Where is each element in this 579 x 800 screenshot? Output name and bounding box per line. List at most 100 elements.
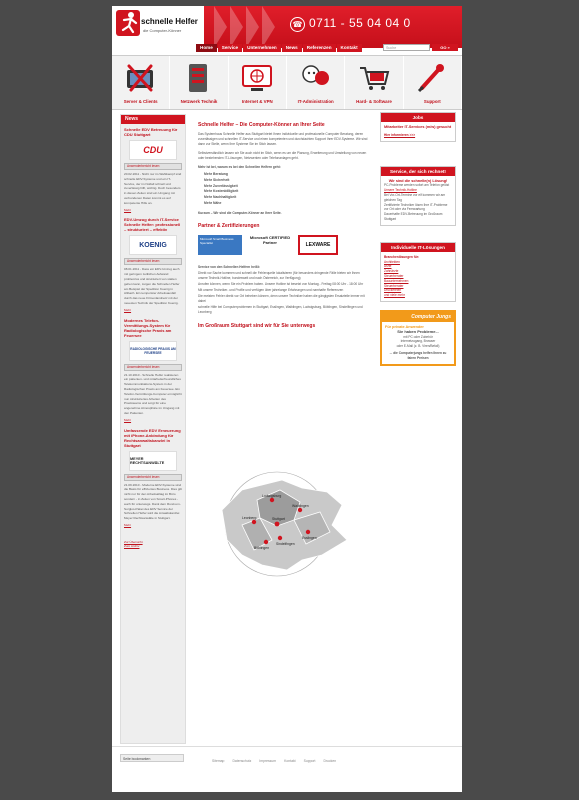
- chevron-decoration: [246, 6, 259, 48]
- computer-jungs-logo[interactable]: Computer Jungs: [382, 311, 454, 322]
- jobs-box: Jobs Mitarbeiter IT-Services (m/w) gesuc…: [380, 112, 456, 142]
- read-report-button[interactable]: Anwenderbericht lesen: [124, 163, 182, 170]
- service-item: Mit unsere Techniker- und Profile und ve…: [198, 287, 344, 292]
- jobs-link[interactable]: Hier informieren >>>: [384, 133, 452, 138]
- more-link[interactable]: Mehr: [124, 418, 182, 423]
- ms-sbs-logo: Microsoft Small Business Specialist: [198, 234, 242, 255]
- category-support[interactable]: Support: [404, 56, 462, 109]
- map-label: Leonberg: [242, 516, 256, 520]
- category-bar: Server & Clients Netzwerk Technik Intern…: [112, 55, 462, 110]
- nav-kontakt[interactable]: Kontakt: [336, 44, 362, 52]
- service-point: Dauerhafte EDV-Betreuung im Großraum Stu…: [384, 212, 443, 221]
- read-report-button[interactable]: Anwenderbericht lesen: [124, 363, 182, 371]
- footer-link-impressum[interactable]: Impressum: [259, 759, 276, 763]
- map-heading: Im Großraum Stuttgart sind wir für Sie u…: [198, 322, 316, 329]
- region-map: Ludwigsburg Waiblingen Stuttgart Essling…: [202, 470, 372, 580]
- map-label: Stuttgart: [272, 517, 285, 521]
- map-label: Esslingen: [302, 536, 317, 540]
- category-it-administration[interactable]: IT-Administration: [287, 56, 346, 109]
- category-netzwerk[interactable]: Netzwerk Technik: [170, 56, 229, 109]
- news-item: Schnelle EDV Betreuung für CDU Stuttgart…: [124, 127, 182, 213]
- nav-unternehmen[interactable]: Unternehmen: [243, 44, 281, 52]
- intro-text: Das Systemhaus Schnelle Helfer aus Stutt…: [198, 132, 368, 146]
- nav-referenzen[interactable]: Referenzen: [302, 44, 336, 52]
- main-content: Schnelle Helfer – Die Computer-Könner an…: [198, 122, 368, 329]
- service-item: schnelle Hilfe bei Computerproblemen in …: [198, 304, 363, 314]
- solutions-box: Individuelle IT-Lösungen Branchenlösunge…: [380, 241, 456, 302]
- main-nav: Home Service Unternehmen News Referenzen…: [196, 44, 362, 52]
- read-report-button[interactable]: Anwenderbericht lesen: [124, 473, 182, 481]
- archive-link[interactable]: Zum Archiv: [124, 544, 182, 549]
- jobs-heading: Jobs: [381, 113, 455, 122]
- nav-home[interactable]: Home: [196, 44, 217, 52]
- lexware-logo: LEXWARE: [298, 234, 338, 255]
- admin-icon: [301, 65, 329, 85]
- map-label: Waiblingen: [292, 504, 309, 508]
- more-link[interactable]: Mehr: [124, 523, 182, 528]
- phone-icon: ☎: [290, 17, 305, 32]
- benefit-list: Mehr Beratung Mehr Sicherheit Mehr Zuver…: [198, 172, 368, 207]
- claim-text: Kurzum – Wir sind die Computer-Könner an…: [198, 210, 282, 215]
- footer-links: Sitemap Datenschutz Impressum Kontakt Su…: [212, 759, 336, 763]
- service-box-heading: Service, der sich rechnet!: [381, 166, 455, 176]
- service-item: Die meisten Fehler direkt vor Ort behebe…: [198, 293, 365, 303]
- logo[interactable]: schnelle Helfer die Computer-Könner: [112, 6, 204, 48]
- radiologie-logo: RADIOLOGISCHE PRAXIS AM FEUERSEE: [129, 340, 177, 361]
- map-label: Ludwigsburg: [262, 494, 281, 498]
- cart-icon: [359, 67, 390, 90]
- logo-name: schnelle Helfer: [141, 17, 198, 26]
- category-internet-vpn[interactable]: Internet & VPN: [229, 56, 287, 109]
- logo-subtitle: die Computer-Könner: [143, 28, 182, 33]
- footer-link-datenschutz[interactable]: Datenschutz: [232, 759, 251, 763]
- news-item: EDV-Umzug durch IT-Service Schnelle Helf…: [124, 217, 182, 313]
- koenig-logo: KOENIG: [129, 235, 177, 256]
- running-man-icon: [116, 10, 140, 36]
- partner-logos: Microsoft Small Business Specialist Micr…: [198, 234, 368, 255]
- intro-text-2: Selbstverständlich lassen wir Sie auch n…: [198, 151, 367, 160]
- support-icon: [418, 64, 445, 93]
- bookmark-button[interactable]: Seite bookmarken: [120, 754, 184, 762]
- network-icon: [188, 64, 207, 92]
- solutions-heading: Individuelle IT-Lösungen: [381, 242, 455, 252]
- service-point: Bei Vor-Ort-Termine vor elf kommen wir a…: [384, 192, 446, 202]
- category-server-clients[interactable]: Server & Clients: [112, 56, 171, 109]
- lead-text: Mehr ist bei, warum es bei den Schnellen…: [198, 165, 281, 169]
- map-label: Sindelfingen: [276, 542, 295, 546]
- private-box: Computer Jungs Für private Anwender Sie …: [380, 309, 456, 366]
- chevron-decoration: [262, 6, 275, 48]
- news-heading: News: [121, 115, 185, 124]
- map-label: Böblingen: [254, 546, 269, 550]
- footer-link-support[interactable]: Support: [304, 759, 316, 763]
- search-input[interactable]: Suche: [383, 44, 430, 51]
- meyer-logo: MEYER RECHTSANWÄLTE: [129, 450, 177, 471]
- more-link[interactable]: Mehr: [124, 308, 182, 313]
- nav-news[interactable]: News: [281, 44, 302, 52]
- footer-link-drucken[interactable]: Drucken: [323, 759, 336, 763]
- solution-link[interactable]: und viele mehr: [384, 293, 452, 298]
- nav-service[interactable]: Service: [217, 44, 243, 52]
- site-header: schnelle Helfer die Computer-Könner ☎ 07…: [112, 6, 462, 52]
- list-item: Mehr Nähe: [204, 200, 222, 205]
- search-go-button[interactable]: GO »: [432, 44, 458, 51]
- footer-link-sitemap[interactable]: Sitemap: [212, 759, 224, 763]
- service-point: Zertifizierte Techniker lösen Ihre IT-Pr…: [384, 202, 448, 212]
- page: schnelle Helfer die Computer-Könner ☎ 07…: [112, 6, 462, 792]
- news-item: Umfassende EDV Erneuerung mit iPhone-Anb…: [124, 427, 182, 528]
- chevron-decoration: [230, 6, 243, 48]
- service-box: Service, der sich rechnet! Wir sind die …: [380, 165, 456, 226]
- more-link[interactable]: Mehr: [124, 208, 182, 213]
- private-point: oder E-Mail (z. B. Viren/Befall): [396, 344, 440, 349]
- partner-heading: Partner & Zertifizierungen: [198, 222, 260, 229]
- tools-icon: [126, 64, 153, 92]
- footer-link-kontakt[interactable]: Kontakt: [284, 759, 296, 763]
- page-title: Schnelle Helfer – Die Computer-Könner an…: [198, 122, 325, 128]
- internet-icon: [242, 65, 273, 91]
- cdu-logo: CDU: [129, 140, 177, 160]
- service-heading: Service von den Schnellen Helfern heißt:: [198, 264, 260, 269]
- read-report-button[interactable]: Anwenderbericht lesen: [124, 258, 182, 266]
- service-item: Anrufen können, wenn Sie ein Problem hab…: [198, 281, 364, 286]
- ms-certified-logo: Microsoft CERTIFIED Partner: [249, 234, 291, 245]
- chevron-decoration: [214, 6, 227, 48]
- phone-number[interactable]: 0711 - 55 04 04 0: [309, 16, 411, 30]
- category-hardware-software[interactable]: Hard- & Software: [345, 56, 404, 109]
